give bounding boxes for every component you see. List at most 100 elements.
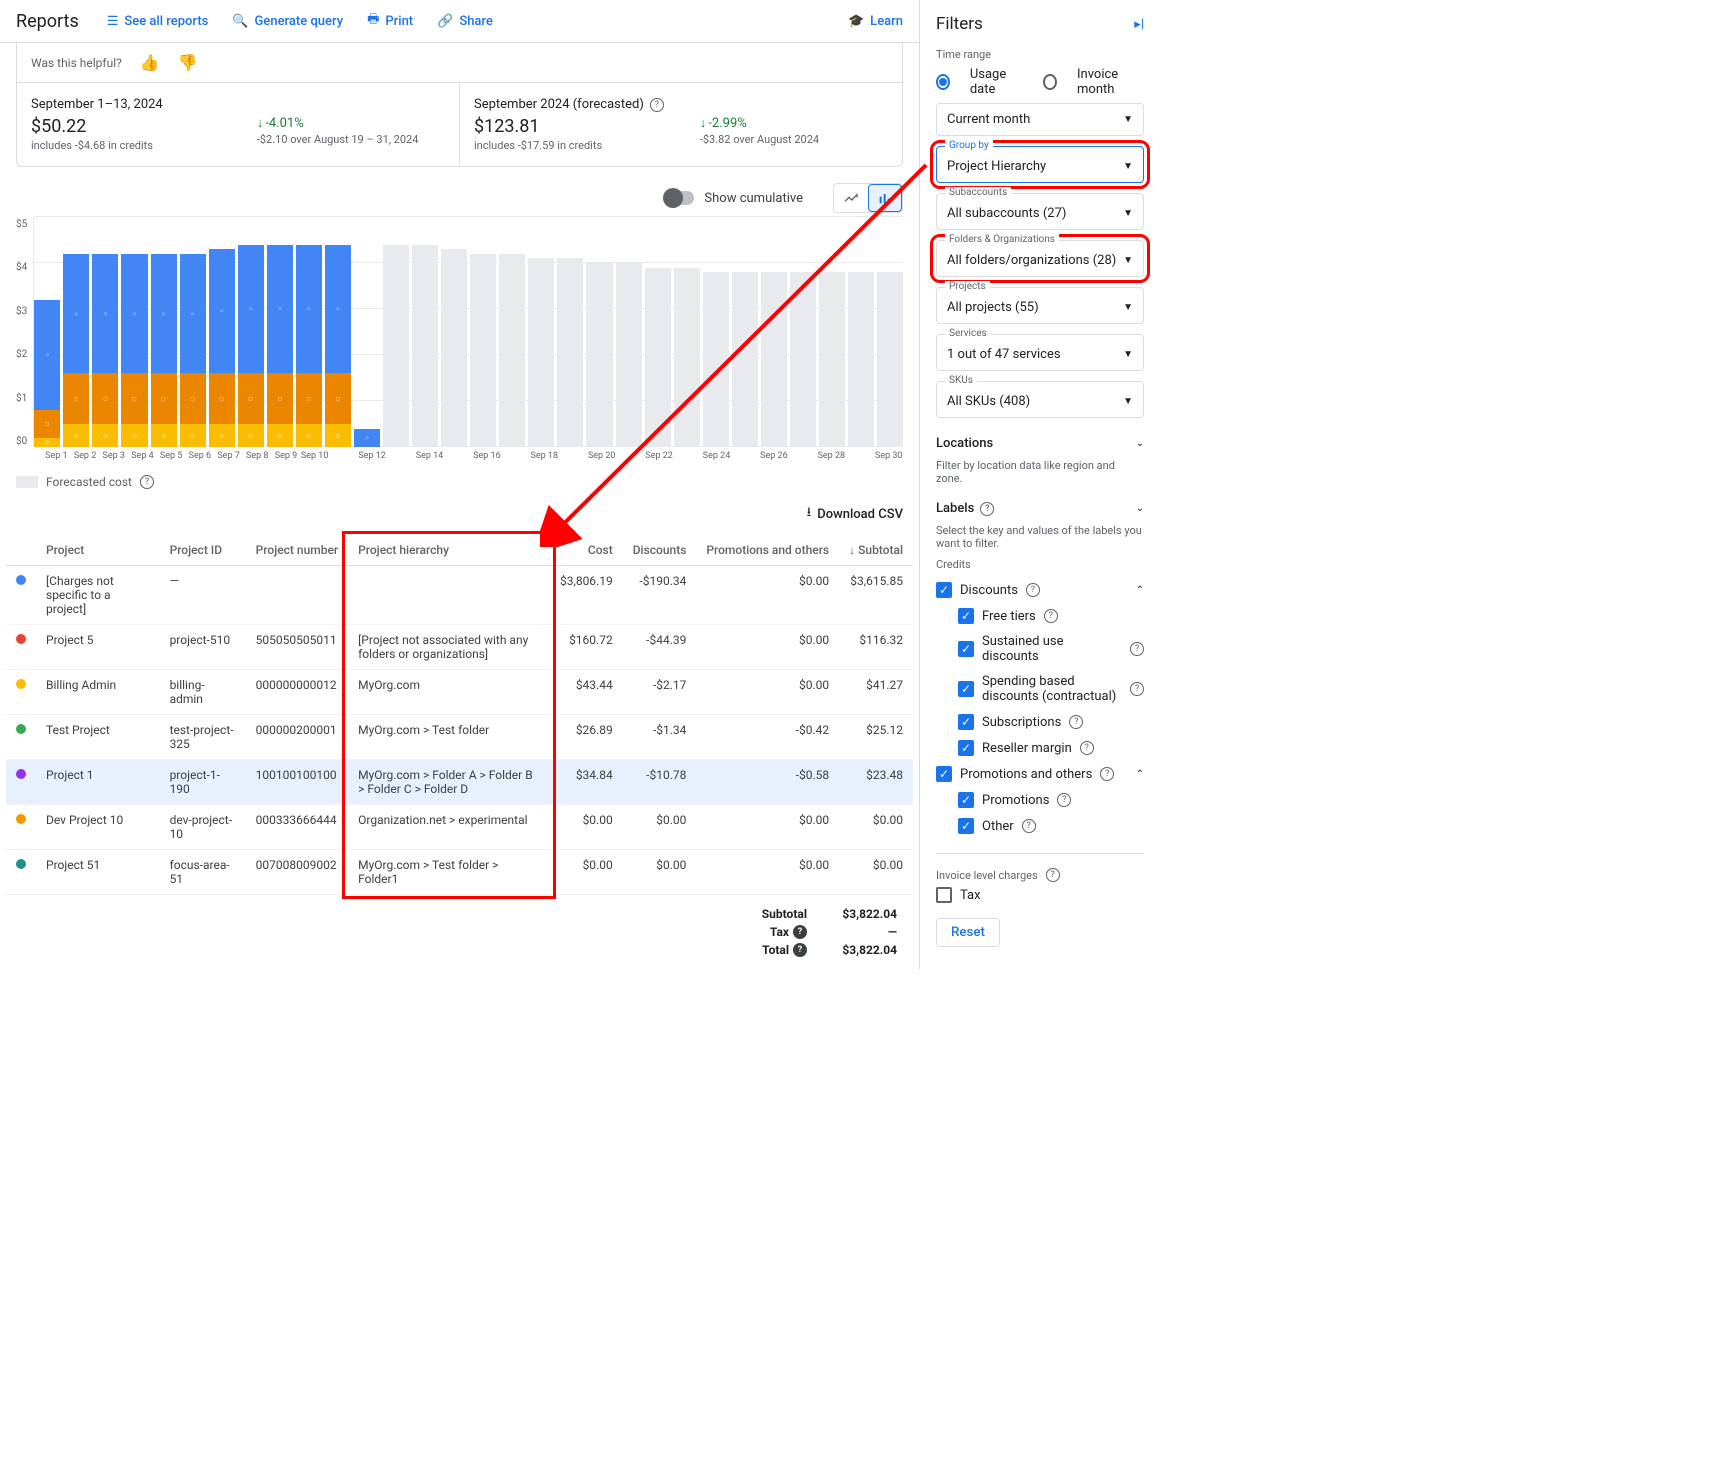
help-icon[interactable]: ?: [1100, 767, 1114, 781]
help-icon[interactable]: ?: [1046, 868, 1060, 882]
help-icon[interactable]: ?: [1080, 741, 1094, 755]
chart-bar-forecast[interactable]: [645, 217, 671, 447]
invoice-month-radio[interactable]: [1043, 74, 1057, 90]
table-row[interactable]: Test Project test-project-325 0000002000…: [6, 715, 913, 760]
chart-bar[interactable]: ◇□○: [121, 217, 147, 447]
help-icon[interactable]: ?: [1022, 819, 1036, 833]
help-icon[interactable]: ?: [1057, 793, 1071, 807]
chart-bar[interactable]: ◇□○: [238, 217, 264, 447]
reset-button[interactable]: Reset: [936, 918, 1000, 947]
help-icon[interactable]: ?: [793, 943, 807, 957]
col-project[interactable]: Project: [36, 535, 160, 566]
free-tiers-checkbox[interactable]: ✓: [958, 608, 974, 624]
collapse-panel-icon[interactable]: ▸|: [1134, 17, 1144, 32]
table-row[interactable]: Project 1 project-1-190 100100100100 MyO…: [6, 760, 913, 805]
chart-bar[interactable]: ◇□○: [296, 217, 322, 447]
chart-bar-forecast[interactable]: [761, 217, 787, 447]
table-row[interactable]: Project 5 project-510 505050505011 [Proj…: [6, 625, 913, 670]
table-row[interactable]: Project 51 focus-area-51 007008009002 My…: [6, 850, 913, 895]
tax-checkbox[interactable]: [936, 887, 952, 903]
see-all-reports-link[interactable]: ☰ See all reports: [107, 10, 209, 32]
chart-bar-forecast[interactable]: [877, 217, 903, 447]
time-range-select[interactable]: Current month ▼: [936, 103, 1144, 136]
chart-bar-forecast[interactable]: [848, 217, 874, 447]
discounts-checkbox[interactable]: ✓: [936, 582, 952, 598]
chart-bar-forecast[interactable]: [819, 217, 845, 447]
chart-bar-forecast[interactable]: [732, 217, 758, 447]
chart-bar-forecast[interactable]: [528, 217, 554, 447]
spending-checkbox[interactable]: ✓: [958, 681, 974, 697]
chart-bar[interactable]: ○: [354, 217, 380, 447]
col-cost[interactable]: Cost: [550, 535, 623, 566]
labels-collapse[interactable]: Labels? ⌄: [936, 493, 1144, 524]
help-icon[interactable]: ?: [1130, 682, 1144, 696]
services-select[interactable]: Services 1 out of 47 services ▼: [936, 334, 1144, 371]
help-icon[interactable]: ?: [140, 475, 154, 489]
col-discounts[interactable]: Discounts: [623, 535, 697, 566]
chart-bar[interactable]: ◇□○: [267, 217, 293, 447]
learn-link[interactable]: 🎓 Learn: [848, 14, 903, 29]
reseller-checkbox[interactable]: ✓: [958, 740, 974, 756]
sustained-checkbox[interactable]: ✓: [958, 641, 974, 657]
chart-bar[interactable]: ◇□○: [209, 217, 235, 447]
group-by-select[interactable]: Group by Project Hierarchy ▼: [936, 146, 1144, 183]
chart-bar-forecast[interactable]: [674, 217, 700, 447]
usage-date-radio[interactable]: [936, 74, 950, 90]
chart-bar-forecast[interactable]: [790, 217, 816, 447]
chevron-down-icon: ▼: [1123, 255, 1133, 266]
chart-bar-forecast[interactable]: [616, 217, 642, 447]
other-checkbox[interactable]: ✓: [958, 818, 974, 834]
bar-chart-toggle[interactable]: [868, 184, 902, 212]
cumulative-toggle[interactable]: [666, 191, 694, 205]
cumulative-label: Show cumulative: [704, 191, 803, 206]
line-chart-icon: [843, 190, 859, 206]
chevron-up-icon[interactable]: ⌃: [1136, 585, 1144, 596]
projects-select[interactable]: Projects All projects (55) ▼: [936, 287, 1144, 324]
print-link[interactable]: 🖶 Print: [367, 10, 413, 32]
help-icon[interactable]: ?: [1044, 609, 1058, 623]
chart-bar-forecast[interactable]: [412, 217, 438, 447]
chart-bar[interactable]: ◇□○: [180, 217, 206, 447]
chart-bar-forecast[interactable]: [441, 217, 467, 447]
chart-bar-forecast[interactable]: [383, 217, 409, 447]
chart-bar[interactable]: ◇□○: [63, 217, 89, 447]
chart-bar-forecast[interactable]: [586, 217, 612, 447]
thumbs-up-icon[interactable]: 👍: [140, 53, 160, 72]
table-row[interactable]: Billing Admin billing-admin 000000000012…: [6, 670, 913, 715]
generate-query-link[interactable]: 🔍 Generate query: [232, 10, 343, 32]
chart-bar[interactable]: ◇□○: [325, 217, 351, 447]
help-icon[interactable]: ?: [793, 925, 807, 939]
download-csv-button[interactable]: ⭳ Download CSV: [807, 503, 903, 525]
chart-bar[interactable]: ◇□○: [92, 217, 118, 447]
chart-bar-forecast[interactable]: [470, 217, 496, 447]
help-icon[interactable]: ?: [650, 98, 664, 112]
table-row[interactable]: Dev Project 10 dev-project-10 0003336664…: [6, 805, 913, 850]
promotions-checkbox[interactable]: ✓: [958, 792, 974, 808]
col-project-id[interactable]: Project ID: [160, 535, 246, 566]
help-icon[interactable]: ?: [1130, 642, 1144, 656]
table-row[interactable]: [Charges not specific to a project] — $3…: [6, 566, 913, 625]
col-subtotal[interactable]: ↓ Subtotal: [839, 535, 913, 566]
col-promotions[interactable]: Promotions and others: [696, 535, 839, 566]
folders-orgs-select[interactable]: Folders & Organizations All folders/orga…: [936, 240, 1144, 277]
subaccounts-select[interactable]: Subaccounts All subaccounts (27) ▼: [936, 193, 1144, 230]
chevron-up-icon[interactable]: ⌃: [1136, 769, 1144, 780]
line-chart-toggle[interactable]: [834, 184, 868, 212]
promotions-group-checkbox[interactable]: ✓: [936, 766, 952, 782]
chart-bar-forecast[interactable]: [557, 217, 583, 447]
skus-select[interactable]: SKUs All SKUs (408) ▼: [936, 381, 1144, 418]
help-icon[interactable]: ?: [980, 502, 994, 516]
col-hierarchy[interactable]: Project hierarchy: [348, 535, 550, 566]
help-icon[interactable]: ?: [1069, 715, 1083, 729]
chart-bar[interactable]: ◇□○: [151, 217, 177, 447]
chart-bar-forecast[interactable]: [499, 217, 525, 447]
share-link[interactable]: 🔗 Share: [437, 10, 493, 32]
chart-bar[interactable]: ◇□○: [34, 217, 60, 447]
thumbs-down-icon[interactable]: 👎: [178, 53, 198, 72]
col-project-number[interactable]: Project number: [246, 535, 348, 566]
locations-collapse[interactable]: Locations ⌄: [936, 428, 1144, 459]
subscriptions-checkbox[interactable]: ✓: [958, 714, 974, 730]
chart-bar-forecast[interactable]: [703, 217, 729, 447]
feedback-prompt: Was this helpful?: [31, 56, 122, 70]
help-icon[interactable]: ?: [1026, 583, 1040, 597]
